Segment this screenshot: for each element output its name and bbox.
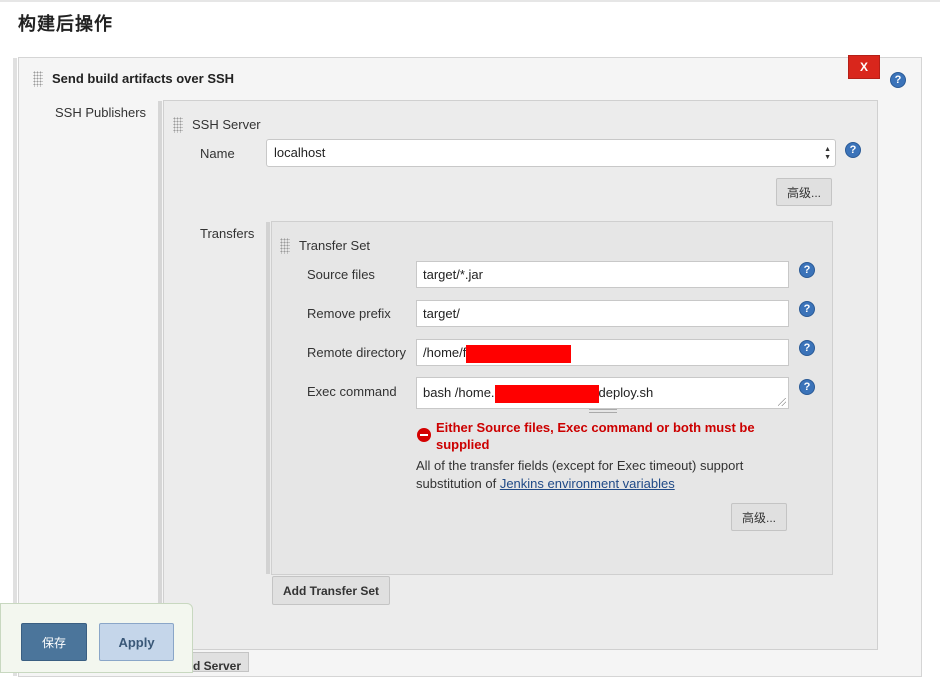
select-arrows-icon: ▲ ▼ (824, 146, 831, 161)
exec-command-label: Exec command (307, 384, 397, 399)
server-name-select[interactable]: localhost ▲ ▼ (266, 139, 836, 167)
env-vars-info: All of the transfer fields (except for E… (416, 457, 796, 493)
ssh-publishers-label: SSH Publishers (55, 105, 147, 120)
remote-directory-value: /home/f (423, 345, 467, 360)
help-icon[interactable]: ? (890, 72, 906, 88)
textarea-resize-handle[interactable] (589, 409, 617, 413)
resize-grip-icon[interactable] (778, 398, 786, 406)
exec-command-textarea[interactable]: bash /home. deploy.sh (416, 377, 789, 409)
help-icon[interactable]: ? (799, 340, 815, 356)
save-button[interactable]: 保存 (21, 623, 87, 661)
apply-button[interactable]: Apply (99, 623, 174, 661)
remote-directory-label: Remote directory (307, 345, 406, 360)
transfers-label: Transfers (200, 226, 255, 241)
drag-handle-icon[interactable] (173, 117, 183, 133)
help-icon[interactable]: ? (799, 379, 815, 395)
remote-directory-input[interactable]: /home/f (416, 339, 789, 366)
remove-prefix-input[interactable]: target/ (416, 300, 789, 327)
transfer-advanced-button[interactable]: 高级... (731, 503, 787, 531)
remove-prefix-label: Remove prefix (307, 306, 391, 321)
jenkins-env-vars-link[interactable]: Jenkins environment variables (500, 476, 675, 491)
ssh-server-title: SSH Server (192, 117, 261, 132)
source-files-label: Source files (307, 267, 375, 282)
exec-command-suffix: deploy.sh (598, 385, 654, 400)
help-icon[interactable]: ? (799, 301, 815, 317)
delete-plugin-button[interactable]: X (848, 55, 880, 79)
server-name-value: localhost (274, 145, 326, 160)
server-advanced-button[interactable]: 高级... (776, 178, 832, 206)
name-label: Name (200, 146, 235, 161)
plugin-title: Send build artifacts over SSH (52, 71, 235, 86)
section-title: 构建后操作 (18, 14, 113, 34)
drag-handle-icon[interactable] (33, 71, 43, 87)
drag-handle-icon[interactable] (280, 238, 290, 254)
exec-command-prefix: bash /home. (423, 385, 495, 400)
redaction-block (494, 384, 599, 403)
add-transfer-set-button[interactable]: Add Transfer Set (272, 576, 390, 605)
help-icon[interactable]: ? (845, 142, 861, 158)
transfer-set-title: Transfer Set (299, 238, 371, 253)
validation-error: Either Source files, Exec command or bot… (436, 420, 755, 452)
error-icon (417, 428, 431, 442)
source-files-input[interactable]: target/*.jar (416, 261, 789, 288)
redaction-block (466, 344, 572, 363)
top-divider (0, 0, 940, 2)
help-icon[interactable]: ? (799, 262, 815, 278)
